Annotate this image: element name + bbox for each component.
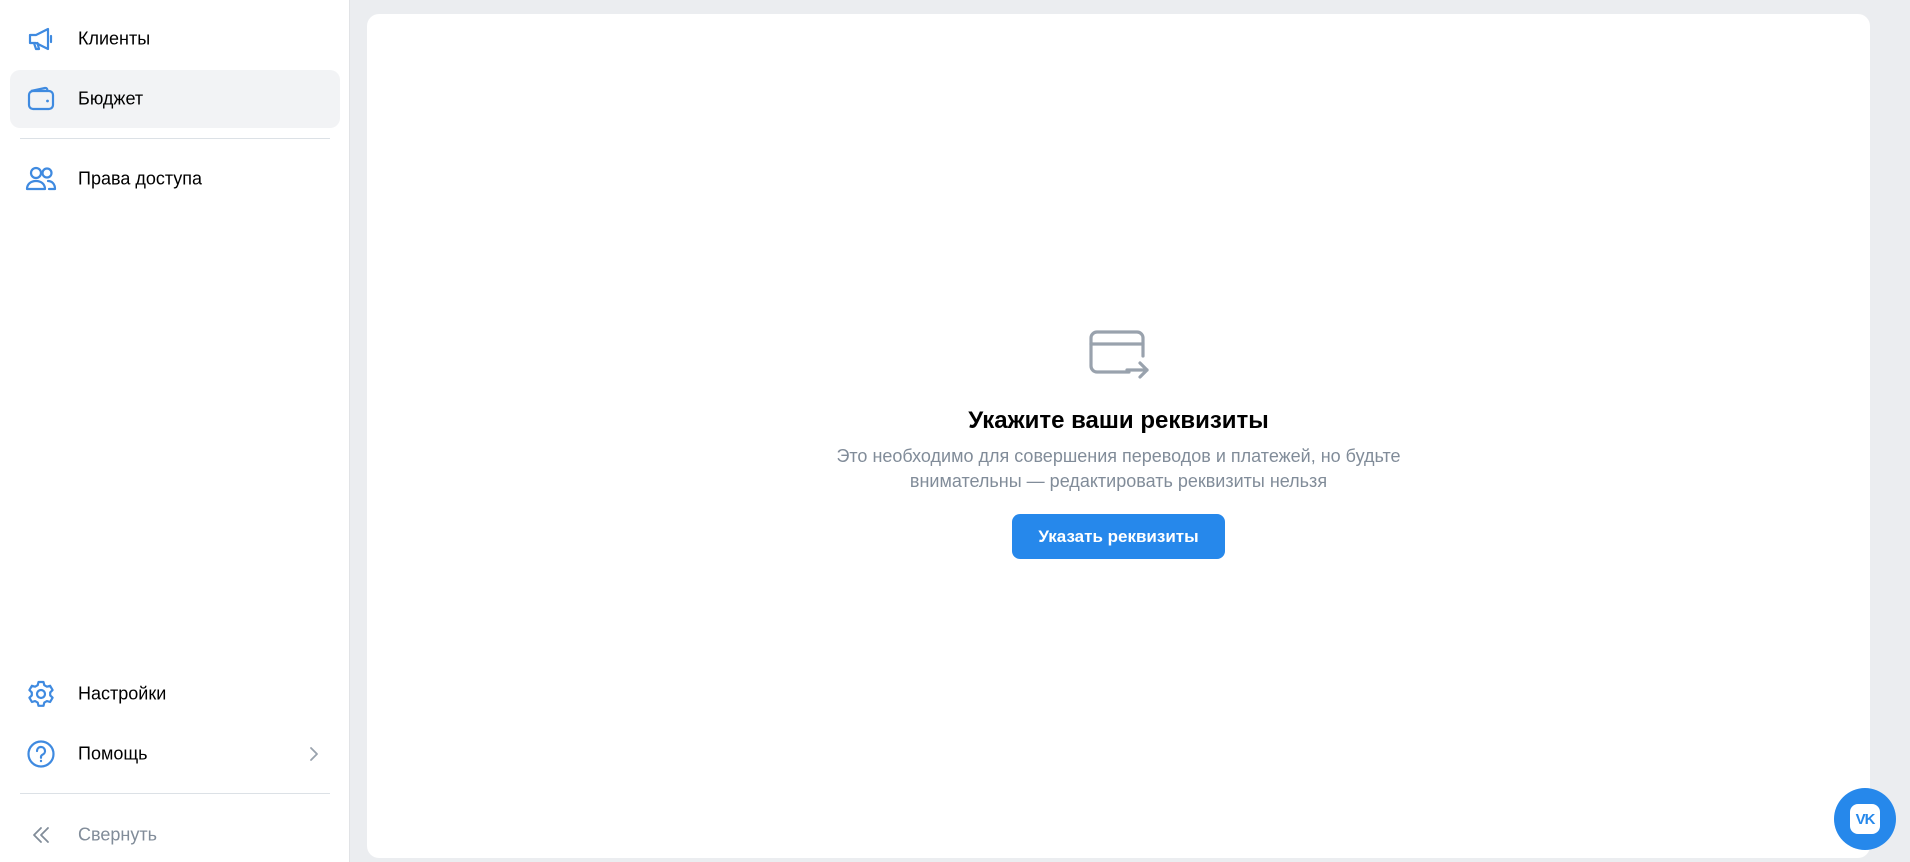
megaphone-icon: [25, 23, 57, 55]
sidebar-item-access-rights[interactable]: Права доступа: [10, 150, 340, 208]
main-panel: Укажите ваши реквизиты Это необходимо дл…: [367, 14, 1870, 858]
sidebar-item-label: Помощь: [78, 743, 148, 764]
sidebar-item-label: Настройки: [78, 683, 167, 704]
sidebar-item-label: Клиенты: [78, 28, 151, 49]
sidebar-item-budget[interactable]: Бюджет: [10, 70, 340, 128]
sidebar-item-clients[interactable]: Клиенты: [10, 10, 340, 68]
sidebar: Клиенты Бюджет Права доступа Настройки П…: [0, 0, 350, 862]
empty-state-title: Укажите ваши реквизиты: [968, 407, 1269, 434]
app-root: Клиенты Бюджет Права доступа Настройки П…: [0, 0, 1910, 862]
collapse-label: Свернуть: [78, 824, 157, 845]
sidebar-item-label: Бюджет: [78, 88, 144, 109]
specify-requisites-button[interactable]: Указать реквизиты: [1012, 514, 1225, 559]
sidebar-item-settings[interactable]: Настройки: [10, 665, 340, 723]
help-circle-icon: [25, 738, 57, 770]
sidebar-divider: [20, 793, 330, 794]
wallet-icon: [25, 83, 57, 115]
sidebar-item-help[interactable]: Помощь: [10, 725, 340, 783]
card-arrow-icon: [1088, 330, 1149, 379]
sidebar-divider: [20, 138, 330, 139]
chevron-right-icon: [306, 746, 322, 762]
sidebar-item-label: Права доступа: [78, 168, 203, 189]
collapse-sidebar-button[interactable]: Свернуть: [10, 806, 340, 862]
vk-logo-icon: VK: [1850, 804, 1880, 834]
empty-state: Укажите ваши реквизиты Это необходимо дл…: [367, 324, 1870, 559]
double-chevron-left-icon: [25, 819, 57, 851]
vk-help-button[interactable]: VK: [1834, 788, 1896, 850]
gear-icon: [25, 678, 57, 710]
users-icon: [25, 163, 57, 195]
empty-state-description: Это необходимо для совершения переводов …: [836, 446, 1401, 491]
